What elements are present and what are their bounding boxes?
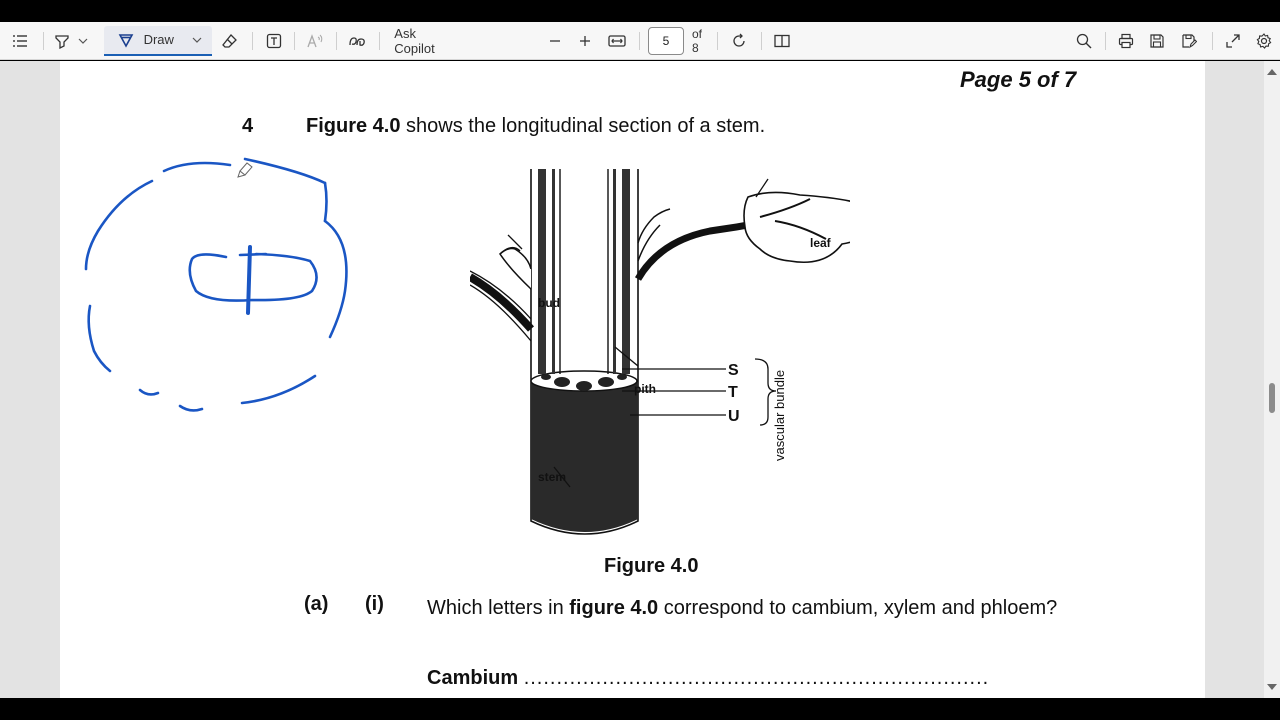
read-aloud-button[interactable] [301, 27, 330, 55]
print-icon [1119, 33, 1134, 48]
save-as-button[interactable] [1173, 27, 1206, 55]
toolbar-separator [42, 31, 44, 50]
answer-label: Cambium [427, 667, 519, 689]
toolbar-separator [294, 31, 296, 50]
save-button[interactable] [1141, 27, 1174, 55]
toolbar-separator [335, 31, 337, 50]
save-as-icon [1182, 33, 1198, 48]
letterbox-top [0, 0, 1280, 22]
intro-figure-ref: Figure 4.0 [306, 115, 401, 137]
label-s: S [728, 362, 739, 379]
highlight-icon [55, 34, 69, 49]
page-view-button[interactable] [768, 27, 797, 55]
settings-button[interactable] [1247, 27, 1280, 55]
read-aloud-icon [307, 33, 323, 47]
label-vascular-bundle: vascular bundle [772, 370, 787, 461]
zoom-out-icon [549, 39, 560, 42]
highlight-button[interactable] [49, 27, 74, 55]
answer-dots: ........................................… [523, 667, 990, 689]
toolbar-separator [252, 31, 254, 50]
ink-annotation [84, 157, 348, 412]
page-count-label: of 8 [691, 26, 702, 55]
toolbar-separator [1211, 31, 1213, 50]
erase-button[interactable] [214, 27, 247, 55]
question-figure-ref: figure 4.0 [569, 597, 659, 619]
fit-page-button[interactable] [600, 27, 633, 55]
letterbox-bottom [0, 698, 1280, 720]
question-text: Which letters in figure 4.0 correspond t… [427, 593, 1077, 624]
label-bud: bud [538, 296, 560, 310]
search-icon [1076, 33, 1092, 48]
toolbar-separator [717, 31, 719, 50]
question-intro: Figure 4.0 shows the longitudinal sectio… [306, 115, 765, 138]
question-number: 4 [242, 115, 254, 137]
page-number-input[interactable] [647, 26, 684, 55]
contents-button[interactable] [4, 27, 37, 55]
search-button[interactable] [1068, 27, 1099, 55]
pdf-toolbar: Draw Ask Copilot of 8 [0, 22, 1280, 60]
label-stem: stem [538, 470, 566, 484]
chevron-down-icon [192, 37, 202, 43]
rotate-button[interactable] [724, 27, 755, 55]
fit-page-icon [608, 34, 626, 47]
page-view-icon [774, 34, 790, 47]
zoom-in-icon [580, 35, 591, 46]
scroll-down-arrow-icon[interactable] [1267, 684, 1277, 690]
stem-outer [530, 370, 638, 532]
toolbar-separator [1104, 31, 1106, 50]
translate-button[interactable] [343, 27, 374, 55]
fullscreen-button[interactable] [1219, 27, 1248, 55]
vascular-strands [538, 169, 630, 374]
scroll-up-arrow-icon[interactable] [1267, 69, 1277, 75]
highlight-dropdown[interactable] [74, 27, 91, 55]
answer-line: Cambium ................................… [427, 667, 989, 690]
stem-figure: leaf bud pith stem S T U vascular bundle [470, 169, 850, 535]
vertical-scrollbar[interactable] [1264, 61, 1280, 698]
label-u: U [728, 408, 740, 425]
question-pre: Which letters in [427, 597, 570, 619]
question-post: correspond to cambium, xylem and phloem? [658, 597, 1058, 619]
zoom-out-button[interactable] [539, 27, 570, 55]
settings-icon [1256, 32, 1272, 49]
figure-caption: Figure 4.0 [604, 555, 699, 577]
contents-icon [13, 34, 28, 47]
print-button[interactable] [1112, 27, 1141, 55]
subpart-label: (i) [365, 593, 384, 615]
bud-shape [470, 246, 534, 342]
toolbar-separator [760, 31, 762, 50]
add-text-button[interactable] [259, 27, 288, 55]
label-pith: pith [634, 382, 656, 396]
page-header: Page 5 of 7 [960, 67, 1077, 92]
document-viewer[interactable]: Page 5 of 7 4 Figure 4.0 shows the longi… [0, 61, 1280, 698]
part-label: (a) [304, 593, 329, 615]
draw-label: Draw [143, 32, 174, 47]
translate-icon [349, 36, 365, 46]
textbox-icon [266, 33, 281, 48]
chevron-down-icon [78, 38, 88, 44]
draw-icon [118, 33, 133, 48]
zoom-in-button[interactable] [570, 27, 601, 55]
scroll-thumb[interactable] [1269, 383, 1275, 413]
draw-button[interactable]: Draw [103, 25, 212, 56]
save-icon [1150, 33, 1164, 48]
rotate-icon [733, 33, 746, 47]
label-t: T [728, 384, 738, 401]
ask-copilot-label: Ask Copilot [394, 25, 435, 56]
fullscreen-icon [1226, 33, 1240, 48]
pdf-page: Page 5 of 7 4 Figure 4.0 shows the longi… [60, 61, 1205, 698]
eraser-icon [222, 33, 238, 48]
label-leaf: leaf [810, 236, 832, 250]
intro-text: shows the longitudinal section of a stem… [400, 115, 766, 137]
toolbar-separator [639, 31, 640, 50]
toolbar-separator [379, 31, 381, 50]
ask-copilot-button[interactable]: Ask Copilot [386, 25, 465, 56]
